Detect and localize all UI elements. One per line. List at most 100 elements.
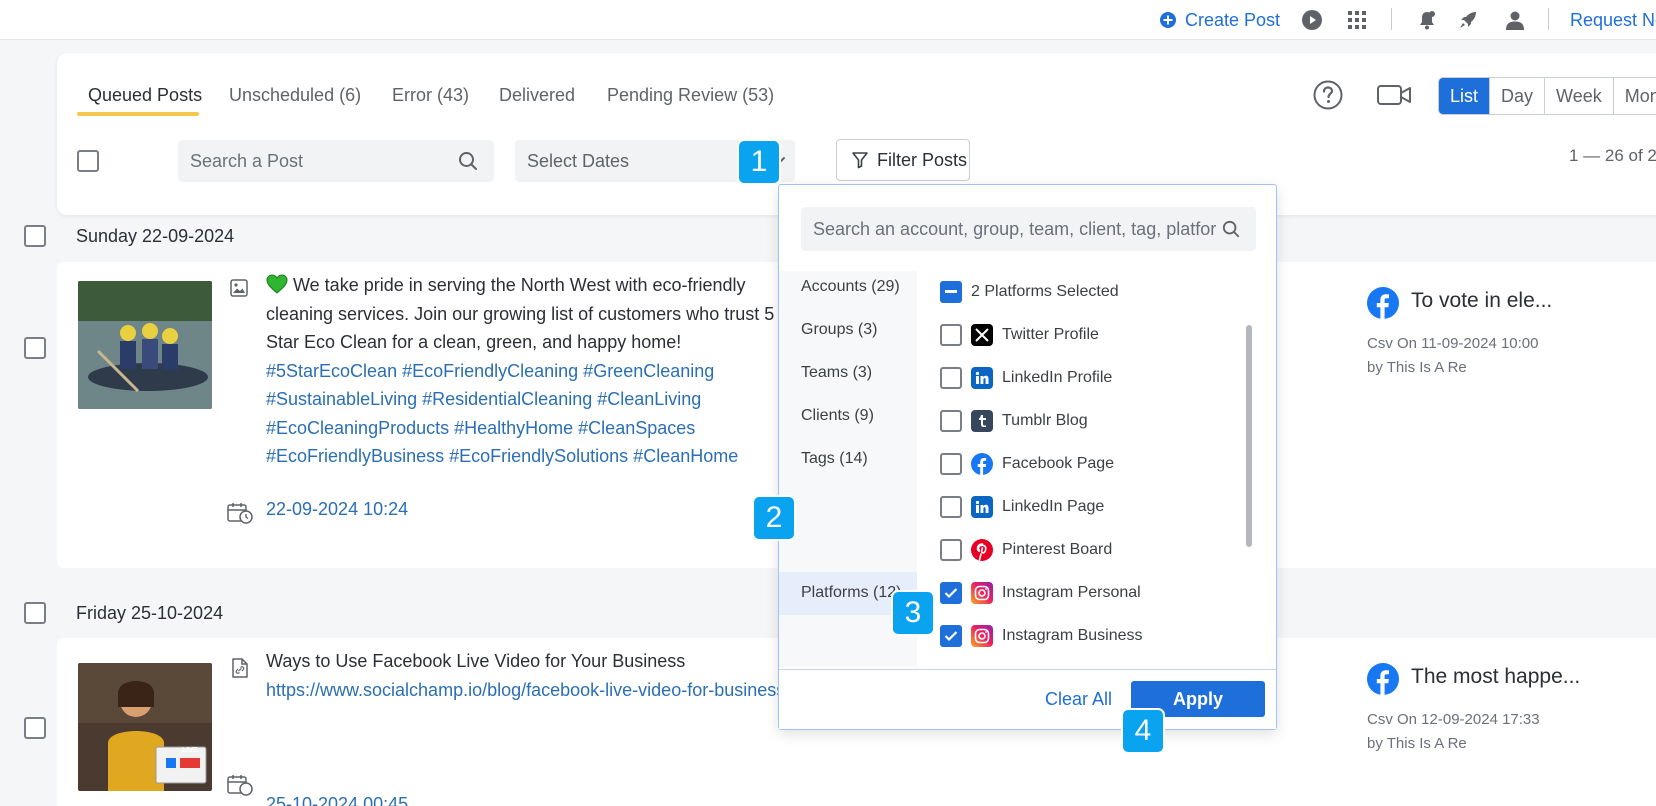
live-badge: LIVE (182, 747, 198, 754)
facebook-icon (1367, 663, 1399, 695)
related-post-info: To vote in ele... Csv On 11-09-2024 10:0… (1367, 287, 1552, 376)
date-select-label: Select Dates (527, 150, 630, 171)
platform-option-linkedin-profile[interactable]: LinkedIn Profile (940, 366, 1112, 390)
day-select-checkbox[interactable] (24, 602, 46, 624)
tab-unscheduled[interactable]: Unscheduled (6) (229, 85, 361, 106)
pagination-range: 1 — 26 of 26 (1569, 146, 1656, 165)
search-input[interactable] (178, 140, 438, 182)
plus-circle-icon (1160, 12, 1176, 28)
linkedin-icon (971, 367, 993, 389)
green-heart-icon (266, 274, 288, 294)
post-thumbnail[interactable]: LIVE (78, 663, 212, 791)
day-header: Sunday 22-09-2024 (76, 226, 235, 246)
post-scheduled-date[interactable]: 22-09-2024 10:24 (266, 499, 408, 520)
day-header: Friday 25-10-2024 (76, 603, 224, 623)
category-accounts[interactable]: Accounts (29) (801, 278, 900, 296)
view-month-button[interactable]: Month (1612, 78, 1656, 114)
filter-search (801, 207, 1256, 251)
category-teams[interactable]: Teams (3) (801, 364, 872, 382)
post-content: Ways to Use Facebook Live Video for Your… (266, 647, 796, 707)
platform-option-linkedin-page[interactable]: LinkedIn Page (940, 495, 1104, 519)
instagram-icon (971, 625, 993, 647)
platform-option-instagram-business[interactable]: Instagram Business (940, 624, 1143, 648)
option-checkbox[interactable] (940, 324, 962, 346)
filter-search-input[interactable] (801, 207, 1216, 251)
category-clients[interactable]: Clients (9) (801, 407, 874, 425)
option-label: Pinterest Board (1002, 541, 1113, 558)
scheduled-calendar-icon (227, 775, 253, 796)
tumblr-icon (971, 410, 993, 432)
request-new-link[interactable]: Request New (1570, 8, 1656, 32)
related-post-info: The most happe... Csv On 12-09-2024 17:3… (1367, 663, 1580, 752)
clear-all-button[interactable]: Clear All (1045, 689, 1112, 710)
platform-option-facebook-page[interactable]: Facebook Page (940, 452, 1114, 476)
option-checkbox[interactable] (940, 453, 962, 475)
filter-posts-button[interactable]: Filter Posts (836, 139, 970, 181)
day-select-checkbox[interactable] (24, 225, 46, 247)
video-camera-icon[interactable] (1377, 82, 1411, 108)
play-icon[interactable] (1302, 8, 1322, 32)
selected-count-label: 2 Platforms Selected (971, 283, 1119, 300)
post-select-checkbox[interactable] (24, 337, 46, 359)
post-select-checkbox[interactable] (24, 717, 46, 739)
option-label: Twitter Profile (1002, 326, 1099, 343)
create-post-button[interactable]: Create Post (1160, 8, 1280, 32)
tab-queued-posts[interactable]: Queued Posts (88, 85, 202, 106)
platform-option-instagram-personal[interactable]: Instagram Personal (940, 581, 1141, 605)
platform-option-pinterest[interactable]: Pinterest Board (940, 538, 1112, 562)
x-icon (971, 324, 993, 346)
post-scheduled-date[interactable]: 25-10-2024 00:45 (266, 794, 408, 806)
user-profile-icon[interactable] (1505, 8, 1525, 32)
tab-delivered[interactable]: Delivered (499, 85, 575, 106)
post-thumbnail[interactable] (78, 281, 212, 409)
related-post-author: by This Is A Re (1367, 359, 1467, 376)
option-label: Tumblr Blog (1002, 412, 1088, 429)
search-icon[interactable] (458, 151, 478, 171)
notifications-bell-icon[interactable] (1417, 8, 1437, 32)
option-checkbox-checked[interactable] (940, 625, 962, 647)
category-platforms[interactable]: Platforms (12) (801, 584, 901, 602)
options-scrollbar[interactable] (1246, 325, 1252, 547)
step-marker-2: 2 (754, 497, 794, 539)
filter-funnel-icon (852, 152, 868, 169)
post-content: We take pride in serving the North West … (266, 271, 796, 471)
image-post-type-icon (230, 279, 248, 297)
option-checkbox-checked[interactable] (940, 582, 962, 604)
select-all-platforms-option[interactable]: 2 Platforms Selected (940, 280, 1119, 304)
view-day-button[interactable]: Day (1489, 78, 1545, 114)
category-tags[interactable]: Tags (14) (801, 450, 868, 468)
platform-option-twitter[interactable]: Twitter Profile (940, 323, 1099, 347)
search-icon[interactable] (1222, 220, 1240, 238)
option-checkbox[interactable] (940, 410, 962, 432)
apps-grid-icon[interactable] (1348, 8, 1366, 32)
post-hashtags[interactable]: #5StarEcoClean #EcoFriendlyCleaning #Gre… (266, 361, 738, 472)
post-search (178, 140, 494, 182)
active-tab-indicator (77, 112, 199, 116)
checkmark-icon (944, 588, 958, 599)
select-all-checkbox[interactable] (77, 150, 99, 172)
option-label: LinkedIn Profile (1002, 369, 1113, 386)
view-week-button[interactable]: Week (1544, 78, 1613, 114)
related-post-source: Csv On 12-09-2024 17:33 (1367, 711, 1540, 728)
option-checkbox[interactable] (940, 496, 962, 518)
step-marker-4: 4 (1123, 710, 1163, 752)
tab-error[interactable]: Error (43) (392, 85, 469, 106)
step-marker-3: 3 (893, 592, 933, 634)
instagram-icon (971, 582, 993, 604)
help-icon[interactable] (1313, 80, 1343, 110)
option-label: LinkedIn Page (1002, 498, 1105, 515)
partial-select-checkbox[interactable] (940, 281, 962, 303)
related-post-title[interactable]: The most happe... (1411, 665, 1580, 689)
category-groups[interactable]: Groups (3) (801, 321, 877, 339)
related-post-title[interactable]: To vote in ele... (1411, 289, 1552, 313)
rocket-icon[interactable] (1458, 8, 1478, 32)
view-list-button[interactable]: List (1439, 78, 1490, 114)
option-checkbox[interactable] (940, 539, 962, 561)
post-text: We take pride in serving the North West … (266, 275, 775, 352)
post-link[interactable]: https://www.socialchamp.io/blog/facebook… (266, 680, 785, 700)
option-label: Instagram Business (1002, 627, 1143, 644)
tab-pending-review[interactable]: Pending Review (53) (607, 85, 774, 106)
platform-option-tumblr[interactable]: Tumblr Blog (940, 409, 1088, 433)
option-checkbox[interactable] (940, 367, 962, 389)
facebook-icon (1367, 287, 1399, 319)
